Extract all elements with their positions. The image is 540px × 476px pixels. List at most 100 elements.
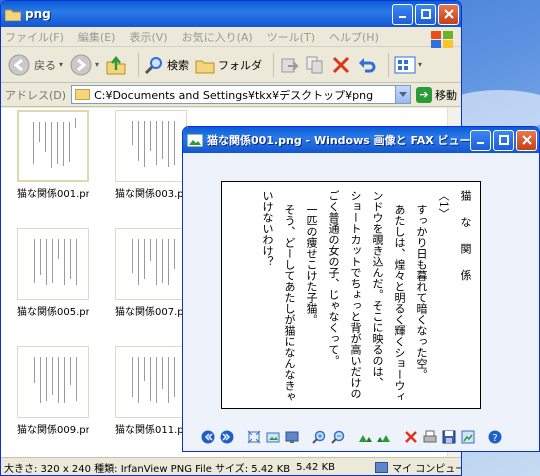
forward-dropdown-icon[interactable]: ▾ xyxy=(95,60,99,69)
file-thumbnail[interactable]: 猫な関係009.png xyxy=(17,346,89,436)
thumbnail-image xyxy=(17,228,89,300)
up-folder-button[interactable] xyxy=(105,54,127,76)
delete-image-button[interactable] xyxy=(404,430,418,444)
back-label: 戻る xyxy=(34,58,56,72)
toolbar-separator xyxy=(388,52,390,77)
image-viewer-icon xyxy=(186,133,204,147)
help-button[interactable]: ? xyxy=(488,430,502,444)
thumbnail-image xyxy=(115,110,187,182)
toolbar-separator xyxy=(138,52,140,77)
go-button[interactable]: ➔ 移動 xyxy=(416,86,457,103)
thumbnail-label: 猫な関係007.png xyxy=(115,307,187,318)
menu-tools[interactable]: ツール(T) xyxy=(267,29,315,45)
image-display-area: 猫 な 関 係 〈1〉 すっかり日も暮れて暗くなった空。 あたしは、煌々と明るく… xyxy=(183,153,539,421)
image-text-line: 一匹の痩せこけた子猫。 xyxy=(305,204,318,325)
search-icon xyxy=(144,55,164,75)
go-label: 移動 xyxy=(435,88,457,102)
status-location-label: マイ コンピュータ xyxy=(392,464,461,475)
file-thumbnail[interactable]: 猫な関係007.png xyxy=(115,228,187,318)
file-thumbnail[interactable]: 猫な関係005.png xyxy=(17,228,89,318)
thumbnail-label: 猫な関係011.png xyxy=(115,425,187,436)
search-button[interactable]: 検索 xyxy=(144,55,189,75)
viewer-toolbar: ? xyxy=(183,421,539,451)
views-dropdown-icon[interactable]: ▾ xyxy=(418,60,422,69)
status-bar: 大きさ: 320 x 240 種類: IrfanView PNG File サイ… xyxy=(1,457,461,475)
svg-text:?: ? xyxy=(492,433,497,444)
menu-bar: ファイル(F) 編集(E) 表示(V) お気に入り(A) ツール(T) ヘルプ(… xyxy=(1,27,461,47)
delete-button[interactable] xyxy=(331,55,351,75)
standard-toolbar: 戻る ▾ ▾ 検索 フォルダ ▾ xyxy=(1,47,461,83)
print-button[interactable] xyxy=(423,430,437,444)
menu-file[interactable]: ファイル(F) xyxy=(5,29,64,45)
open-for-editing-button[interactable] xyxy=(461,430,475,444)
file-thumbnail[interactable]: 猫な関係011.png xyxy=(115,346,187,436)
folder-icon xyxy=(4,8,22,21)
minimize-button[interactable] xyxy=(392,3,413,25)
file-thumbnail[interactable]: 猫な関係003.png xyxy=(115,110,187,200)
delete-icon xyxy=(331,55,351,75)
image-text-line: 〈1〉 xyxy=(437,190,450,219)
previous-image-button[interactable] xyxy=(201,430,215,444)
menu-edit[interactable]: 編集(E) xyxy=(78,29,116,45)
undo-button[interactable] xyxy=(357,55,377,75)
thumbnail-label: 猫な関係001.png xyxy=(17,189,89,200)
file-thumbnail[interactable]: 猫な関係001.png xyxy=(17,110,89,200)
up-folder-icon xyxy=(105,54,127,76)
address-bar: アドレス(D) C:¥Documents and Settings¥tkx¥デス… xyxy=(1,83,461,107)
back-button[interactable]: 戻る ▾ xyxy=(7,53,63,77)
copy-to-icon xyxy=(305,55,325,75)
folders-button[interactable]: フォルダ xyxy=(195,56,262,74)
forward-button[interactable]: ▾ xyxy=(69,53,99,77)
explorer-title: png xyxy=(25,7,51,21)
viewer-titlebar[interactable]: 猫な関係001.png - Windows 画像と FAX ビューア xyxy=(183,127,539,153)
back-arrow-icon xyxy=(7,53,31,77)
zoom-in-button[interactable] xyxy=(312,430,326,444)
image-text-line: いけないわけ？ xyxy=(261,190,274,267)
image-text-title: 猫 な 関 係 xyxy=(459,190,472,287)
thumbnail-image xyxy=(17,346,89,418)
menu-favorites[interactable]: お気に入り(A) xyxy=(182,29,253,45)
image-text-line: すっかり日も暮れて暗くなった空。 xyxy=(415,204,428,380)
address-label: アドレス(D) xyxy=(5,88,67,102)
toolbar-separator xyxy=(273,52,275,77)
folders-icon xyxy=(195,56,215,74)
folder-icon xyxy=(75,89,91,100)
my-computer-icon xyxy=(375,462,389,473)
status-size: 5.42 KB xyxy=(296,462,336,473)
move-to-icon xyxy=(279,55,299,75)
search-label: 検索 xyxy=(167,58,190,72)
slideshow-button[interactable] xyxy=(285,430,299,444)
close-button[interactable] xyxy=(438,3,459,25)
image-text-line: あたしは、煌々と明るく輝くショーウィ xyxy=(393,204,406,402)
views-icon xyxy=(394,55,416,75)
address-value: C:¥Documents and Settings¥tkx¥デスクトップ¥png xyxy=(94,88,374,102)
go-arrow-icon: ➔ xyxy=(416,86,432,103)
minimize-button[interactable] xyxy=(470,129,491,151)
address-input[interactable]: C:¥Documents and Settings¥tkx¥デスクトップ¥png xyxy=(71,85,411,104)
zoom-out-button[interactable] xyxy=(331,430,345,444)
thumbnail-label: 猫な関係005.png xyxy=(17,307,89,318)
explorer-titlebar[interactable]: png xyxy=(1,1,461,27)
thumbnail-label: 猫な関係009.png xyxy=(17,425,89,436)
maximize-button[interactable] xyxy=(493,129,514,151)
rotate-clockwise-button[interactable] xyxy=(358,430,372,444)
actual-size-button[interactable] xyxy=(266,430,280,444)
thumbnail-image xyxy=(115,346,187,418)
next-image-button[interactable] xyxy=(220,430,234,444)
thumbnail-image xyxy=(17,110,89,182)
save-copy-button[interactable] xyxy=(442,430,456,444)
undo-icon xyxy=(357,55,377,75)
close-button[interactable] xyxy=(516,129,537,151)
copy-to-button[interactable] xyxy=(305,55,325,75)
address-dropdown-button[interactable] xyxy=(395,86,410,103)
menu-view[interactable]: 表示(V) xyxy=(129,29,167,45)
back-dropdown-icon[interactable]: ▾ xyxy=(59,60,63,69)
displayed-image: 猫 な 関 係 〈1〉 すっかり日も暮れて暗くなった空。 あたしは、煌々と明るく… xyxy=(221,181,481,409)
windows-logo-icon xyxy=(427,29,457,49)
menu-help[interactable]: ヘルプ(H) xyxy=(329,29,379,45)
rotate-counterclockwise-button[interactable] xyxy=(377,430,391,444)
views-button[interactable]: ▾ xyxy=(394,55,422,75)
best-fit-button[interactable] xyxy=(247,430,261,444)
move-to-button[interactable] xyxy=(279,55,299,75)
maximize-button[interactable] xyxy=(415,3,436,25)
